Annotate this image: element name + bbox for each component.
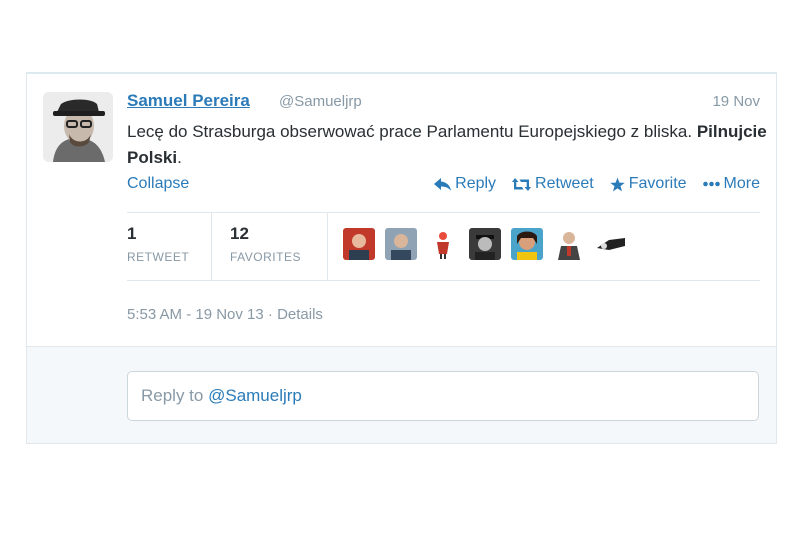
more-dots-icon [702,181,720,187]
retweet-stat-label: RETWEET [127,250,190,264]
reply-area: Reply to @Samueljrp [27,346,776,443]
more-label: More [723,175,760,192]
favorites-count: 12 [230,224,249,243]
favoriters-avatars [343,228,627,260]
tweet-text-end: . [177,148,182,167]
favoriter-avatar[interactable] [595,228,627,260]
tweet-actions: Reply Retweet Favorite More [434,175,760,193]
retweet-stat[interactable]: 1 RETWEET [127,224,189,264]
divider [127,212,760,213]
favoriter-avatar[interactable] [385,228,417,260]
reply-icon [434,177,452,191]
reply-mention: @Samueljrp [208,386,302,405]
reply-label: Reply [455,175,497,192]
favoriter-avatar[interactable] [553,228,585,260]
author-avatar[interactable] [43,92,113,162]
favorites-stat[interactable]: 12 FAVORITES [230,224,301,264]
retweet-button[interactable]: Retweet [512,175,594,193]
divider [211,212,212,280]
favorites-stat-label: FAVORITES [230,250,301,264]
star-icon [610,177,625,192]
favoriter-avatar[interactable] [427,228,459,260]
favoriter-avatar[interactable] [469,228,501,260]
tweet-date[interactable]: 19 Nov [712,93,760,110]
collapse-link[interactable]: Collapse [127,175,189,193]
tweet-card: Samuel Pereira @Samueljrp 19 Nov Lecę do… [26,72,777,444]
tweet-text-plain: Lecę do Strasburga obserwować prace Parl… [127,122,697,141]
favorite-button[interactable]: Favorite [610,175,687,193]
divider [327,212,328,280]
reply-placeholder: Reply to [141,386,209,405]
favorite-label: Favorite [628,175,687,192]
divider [127,280,760,281]
reply-button[interactable]: Reply [434,175,496,193]
favoriter-avatar[interactable] [511,228,543,260]
retweet-label: Retweet [535,175,594,192]
favoriter-avatar[interactable] [343,228,375,260]
tweet-text: Lecę do Strasburga obserwować prace Parl… [127,119,767,171]
author-handle[interactable]: @Samueljrp [279,93,362,110]
more-button[interactable]: More [702,175,760,193]
author-name[interactable]: Samuel Pereira [127,91,250,111]
retweet-icon [512,177,532,191]
reply-input[interactable]: Reply to @Samueljrp [127,371,759,421]
tweet-timestamp-details[interactable]: 5:53 AM - 19 Nov 13 · Details [127,306,323,323]
retweet-count: 1 [127,224,137,243]
